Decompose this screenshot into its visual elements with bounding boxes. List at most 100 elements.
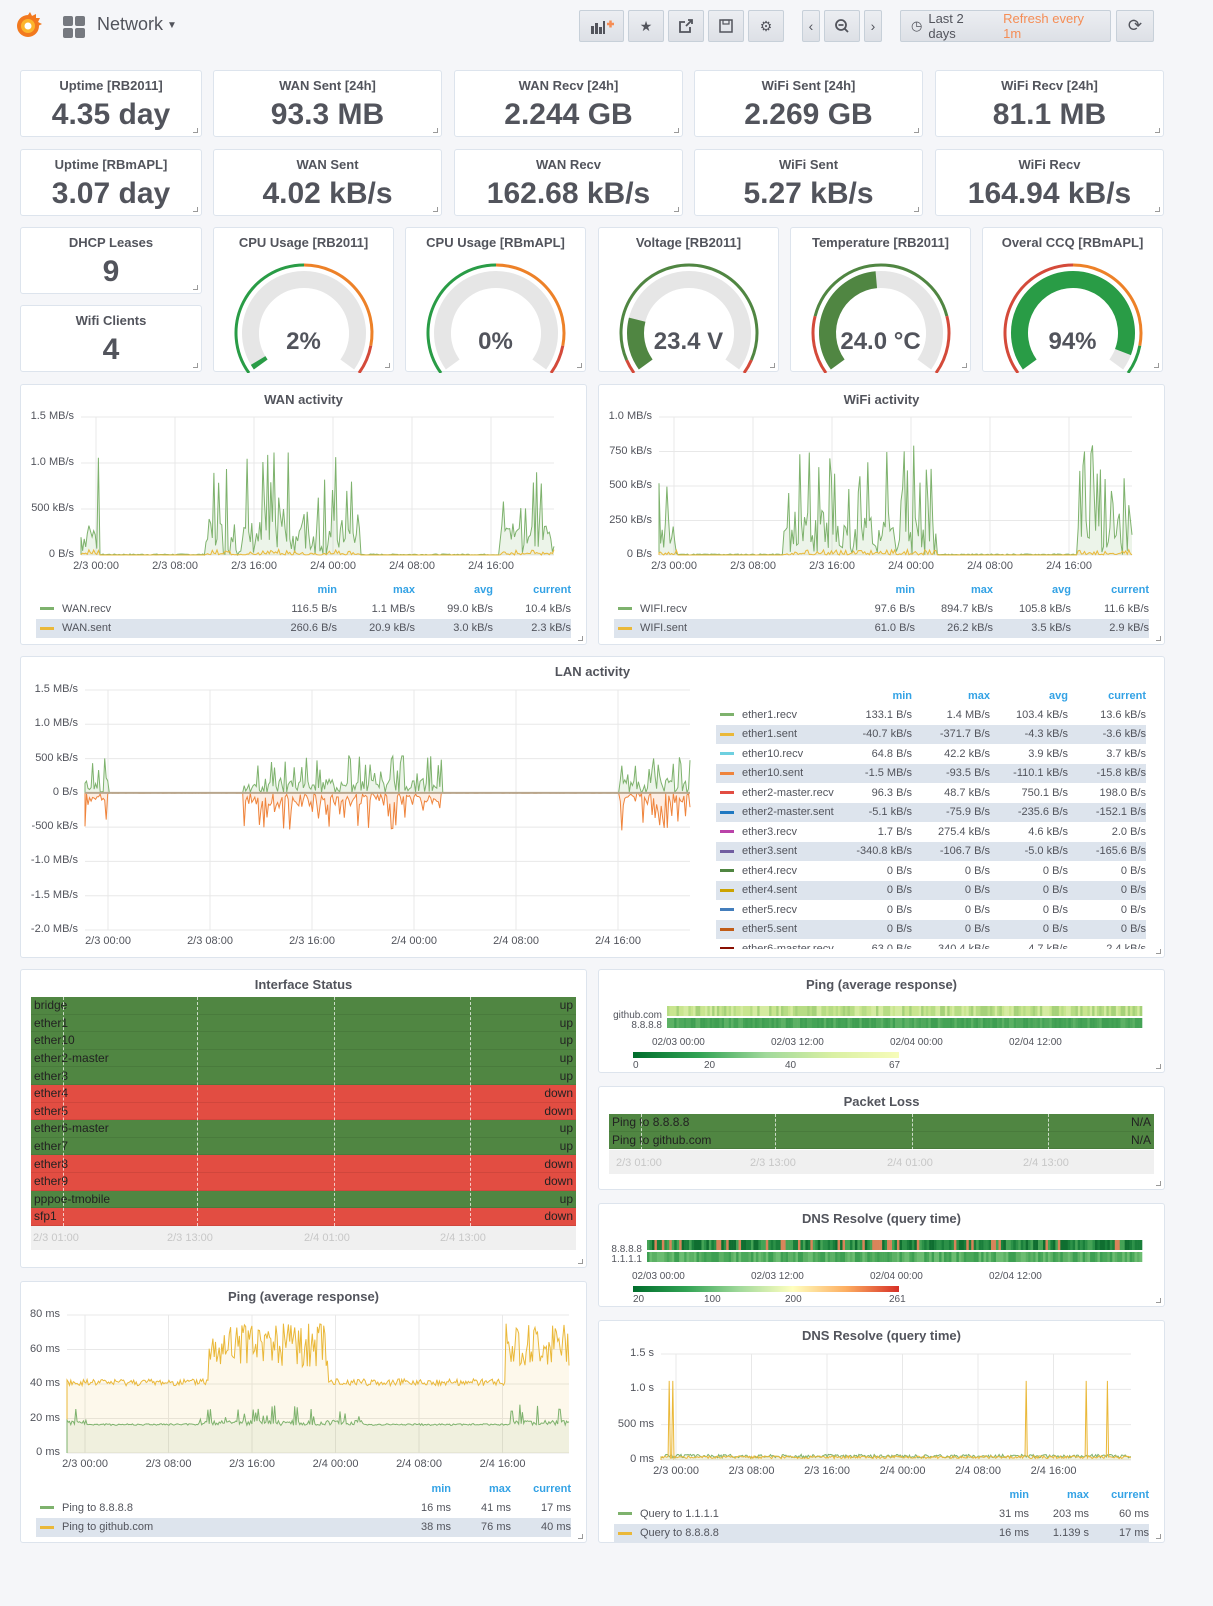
graph-canvas[interactable] (21, 385, 588, 585)
interface-row[interactable]: ether1 up (31, 1014, 576, 1033)
series-name[interactable]: ether2-master.sent (742, 806, 834, 818)
legend-row[interactable]: ether1.sent -40.7 kB/s -371.7 B/s -4.3 kB/s… (716, 724, 1146, 744)
panel-title[interactable]: WiFi Sent (695, 157, 922, 172)
series-color-swatch[interactable] (40, 626, 54, 630)
legend-col-header[interactable]: min (969, 1489, 1029, 1501)
dashboard-picker[interactable]: Network ▼ (97, 14, 177, 35)
panel-title[interactable]: Packet Loss (599, 1094, 1164, 1109)
series-color-swatch[interactable] (720, 830, 734, 834)
series-color-swatch[interactable] (618, 1531, 632, 1535)
time-picker-button[interactable]: ◷ Last 2 days Refresh every 1m (900, 10, 1111, 42)
legend-row[interactable]: Query to 1.1.1.1 31 ms 203 ms 60 ms (614, 1504, 1149, 1524)
series-name[interactable]: WAN.recv (62, 603, 259, 615)
series-name[interactable]: Ping to 8.8.8.8 (62, 1502, 391, 1514)
legend-row[interactable]: ether10.sent -1.5 MB/s -93.5 B/s -110.1 kB/… (716, 763, 1146, 783)
legend-row[interactable]: ether5.sent 0 B/s 0 B/s 0 B/s 0 B/s (716, 919, 1146, 939)
legend-row[interactable]: ether1.recv 133.1 B/s 1.4 MB/s 103.4 kB/s 13… (716, 705, 1146, 725)
series-name[interactable]: WAN.sent (62, 622, 259, 634)
resize-handle[interactable] (578, 636, 583, 641)
panel-title[interactable]: CPU Usage [RBmAPL] (406, 235, 585, 250)
panel-title[interactable]: Uptime [RB2011] (21, 78, 201, 93)
panel-title[interactable]: Temperature [RB2011] (791, 235, 970, 250)
panel-title[interactable]: CPU Usage [RB2011] (214, 235, 393, 250)
share-button[interactable] (668, 10, 704, 42)
series-color-swatch[interactable] (618, 1512, 632, 1516)
legend-col-header[interactable]: avg (415, 584, 493, 596)
resize-handle[interactable] (1156, 636, 1161, 641)
legend-row[interactable]: WIFI.sent 61.0 B/s 26.2 kB/s 3.5 kB/s 2.9 kB… (614, 618, 1149, 638)
series-color-swatch[interactable] (720, 771, 734, 775)
series-name[interactable]: ether1.sent (742, 728, 834, 740)
series-name[interactable]: ether4.recv (742, 865, 834, 877)
series-name[interactable]: ether6-master.recv (742, 943, 834, 949)
settings-button[interactable]: ⚙ (748, 10, 784, 42)
legend-col-header[interactable]: current (1068, 690, 1146, 702)
legend-col-header[interactable]: max (337, 584, 415, 596)
legend-row[interactable]: ether4.sent 0 B/s 0 B/s 0 B/s 0 B/s (716, 880, 1146, 900)
series-name[interactable]: WIFI.recv (640, 603, 837, 615)
legend-row[interactable]: ether3.sent -340.8 kB/s -106.7 B/s -5.0 kB/… (716, 841, 1146, 861)
legend-row[interactable]: WAN.recv 116.5 B/s 1.1 MB/s 99.0 kB/s 10.4 k… (36, 599, 571, 619)
series-name[interactable]: ether1.recv (742, 709, 834, 721)
grafana-logo-icon[interactable] (14, 12, 42, 40)
legend-row[interactable]: WAN.sent 260.6 B/s 20.9 kB/s 3.0 kB/s 2.3 kB… (36, 618, 571, 638)
legend-row[interactable]: Ping to 8.8.8.8 16 ms 41 ms 17 ms (36, 1498, 571, 1518)
dashboard-grid-icon[interactable] (63, 16, 85, 38)
interface-row[interactable]: sfp1 down (31, 1208, 576, 1226)
series-name[interactable]: Query to 1.1.1.1 (640, 1508, 969, 1520)
series-name[interactable]: Query to 8.8.8.8 (640, 1527, 969, 1539)
series-color-swatch[interactable] (618, 607, 632, 611)
time-back-button[interactable]: ‹ (802, 10, 820, 42)
series-name[interactable]: ether4.sent (742, 884, 834, 896)
interface-row[interactable]: ether3 up (31, 1067, 576, 1085)
series-name[interactable]: ether3.sent (742, 845, 834, 857)
series-color-swatch[interactable] (720, 869, 734, 873)
series-color-swatch[interactable] (618, 626, 632, 630)
interface-row[interactable]: ether7 up (31, 1137, 576, 1156)
series-color-swatch[interactable] (720, 849, 734, 853)
series-color-swatch[interactable] (40, 1525, 54, 1529)
star-button[interactable]: ★ (628, 10, 664, 42)
series-name[interactable]: ether2-master.recv (742, 787, 834, 799)
legend-row[interactable]: ether10.recv 64.8 B/s 42.2 kB/s 3.9 kB/s 3.7… (716, 744, 1146, 764)
series-name[interactable]: ether5.recv (742, 904, 834, 916)
series-color-swatch[interactable] (720, 888, 734, 892)
panel-title[interactable]: Uptime [RBmAPL] (21, 157, 201, 172)
series-name[interactable]: WIFI.sent (640, 622, 837, 634)
interface-row[interactable]: ether9 down (31, 1173, 576, 1191)
panel-title[interactable]: Overal CCQ [RBmAPL] (983, 235, 1162, 250)
legend-col-header[interactable]: current (1089, 1489, 1149, 1501)
series-color-swatch[interactable] (720, 791, 734, 795)
series-color-swatch[interactable] (40, 1506, 54, 1510)
resize-handle[interactable] (578, 1259, 583, 1264)
refresh-button[interactable]: ⟳ (1116, 10, 1154, 42)
legend-row[interactable]: Ping to github.com 38 ms 76 ms 40 ms (36, 1517, 571, 1537)
legend-row[interactable]: ether3.recv 1.7 B/s 275.4 kB/s 4.6 kB/s 2.0 … (716, 822, 1146, 842)
legend-col-header[interactable]: min (837, 584, 915, 596)
legend-row[interactable]: ether2-master.sent -5.1 kB/s -75.9 B/s -235… (716, 802, 1146, 822)
panel-title[interactable]: Interface Status (21, 977, 586, 992)
panel-title[interactable]: Wifi Clients (21, 313, 201, 328)
panel-title[interactable]: WAN Recv [24h] (455, 78, 682, 93)
legend-row[interactable]: ether2-master.recv 96.3 B/s 48.7 kB/s 750.1… (716, 783, 1146, 803)
interface-row[interactable]: ether10 up (31, 1032, 576, 1050)
graph-canvas[interactable] (21, 1282, 588, 1482)
legend-col-header[interactable]: current (493, 584, 571, 596)
legend-row[interactable]: ether5.recv 0 B/s 0 B/s 0 B/s 0 B/s (716, 900, 1146, 920)
panel-title[interactable]: WAN Sent (214, 157, 441, 172)
series-color-swatch[interactable] (720, 927, 734, 931)
series-color-swatch[interactable] (720, 713, 734, 717)
legend-col-header[interactable]: avg (990, 690, 1068, 702)
legend-row[interactable]: WIFI.recv 97.6 B/s 894.7 kB/s 105.8 kB/s 11.… (614, 599, 1149, 619)
graph-canvas[interactable] (599, 385, 1166, 585)
panel-title[interactable]: WiFi Sent [24h] (695, 78, 922, 93)
save-button[interactable] (708, 10, 744, 42)
panel-title[interactable]: WiFi Recv [24h] (936, 78, 1163, 93)
time-forward-button[interactable]: › (864, 10, 882, 42)
series-color-swatch[interactable] (720, 947, 734, 949)
panel-title[interactable]: WiFi Recv (936, 157, 1163, 172)
series-color-swatch[interactable] (720, 732, 734, 736)
series-name[interactable]: ether10.sent (742, 767, 834, 779)
legend-col-header[interactable]: current (1071, 584, 1149, 596)
panel-title[interactable]: WAN Sent [24h] (214, 78, 441, 93)
